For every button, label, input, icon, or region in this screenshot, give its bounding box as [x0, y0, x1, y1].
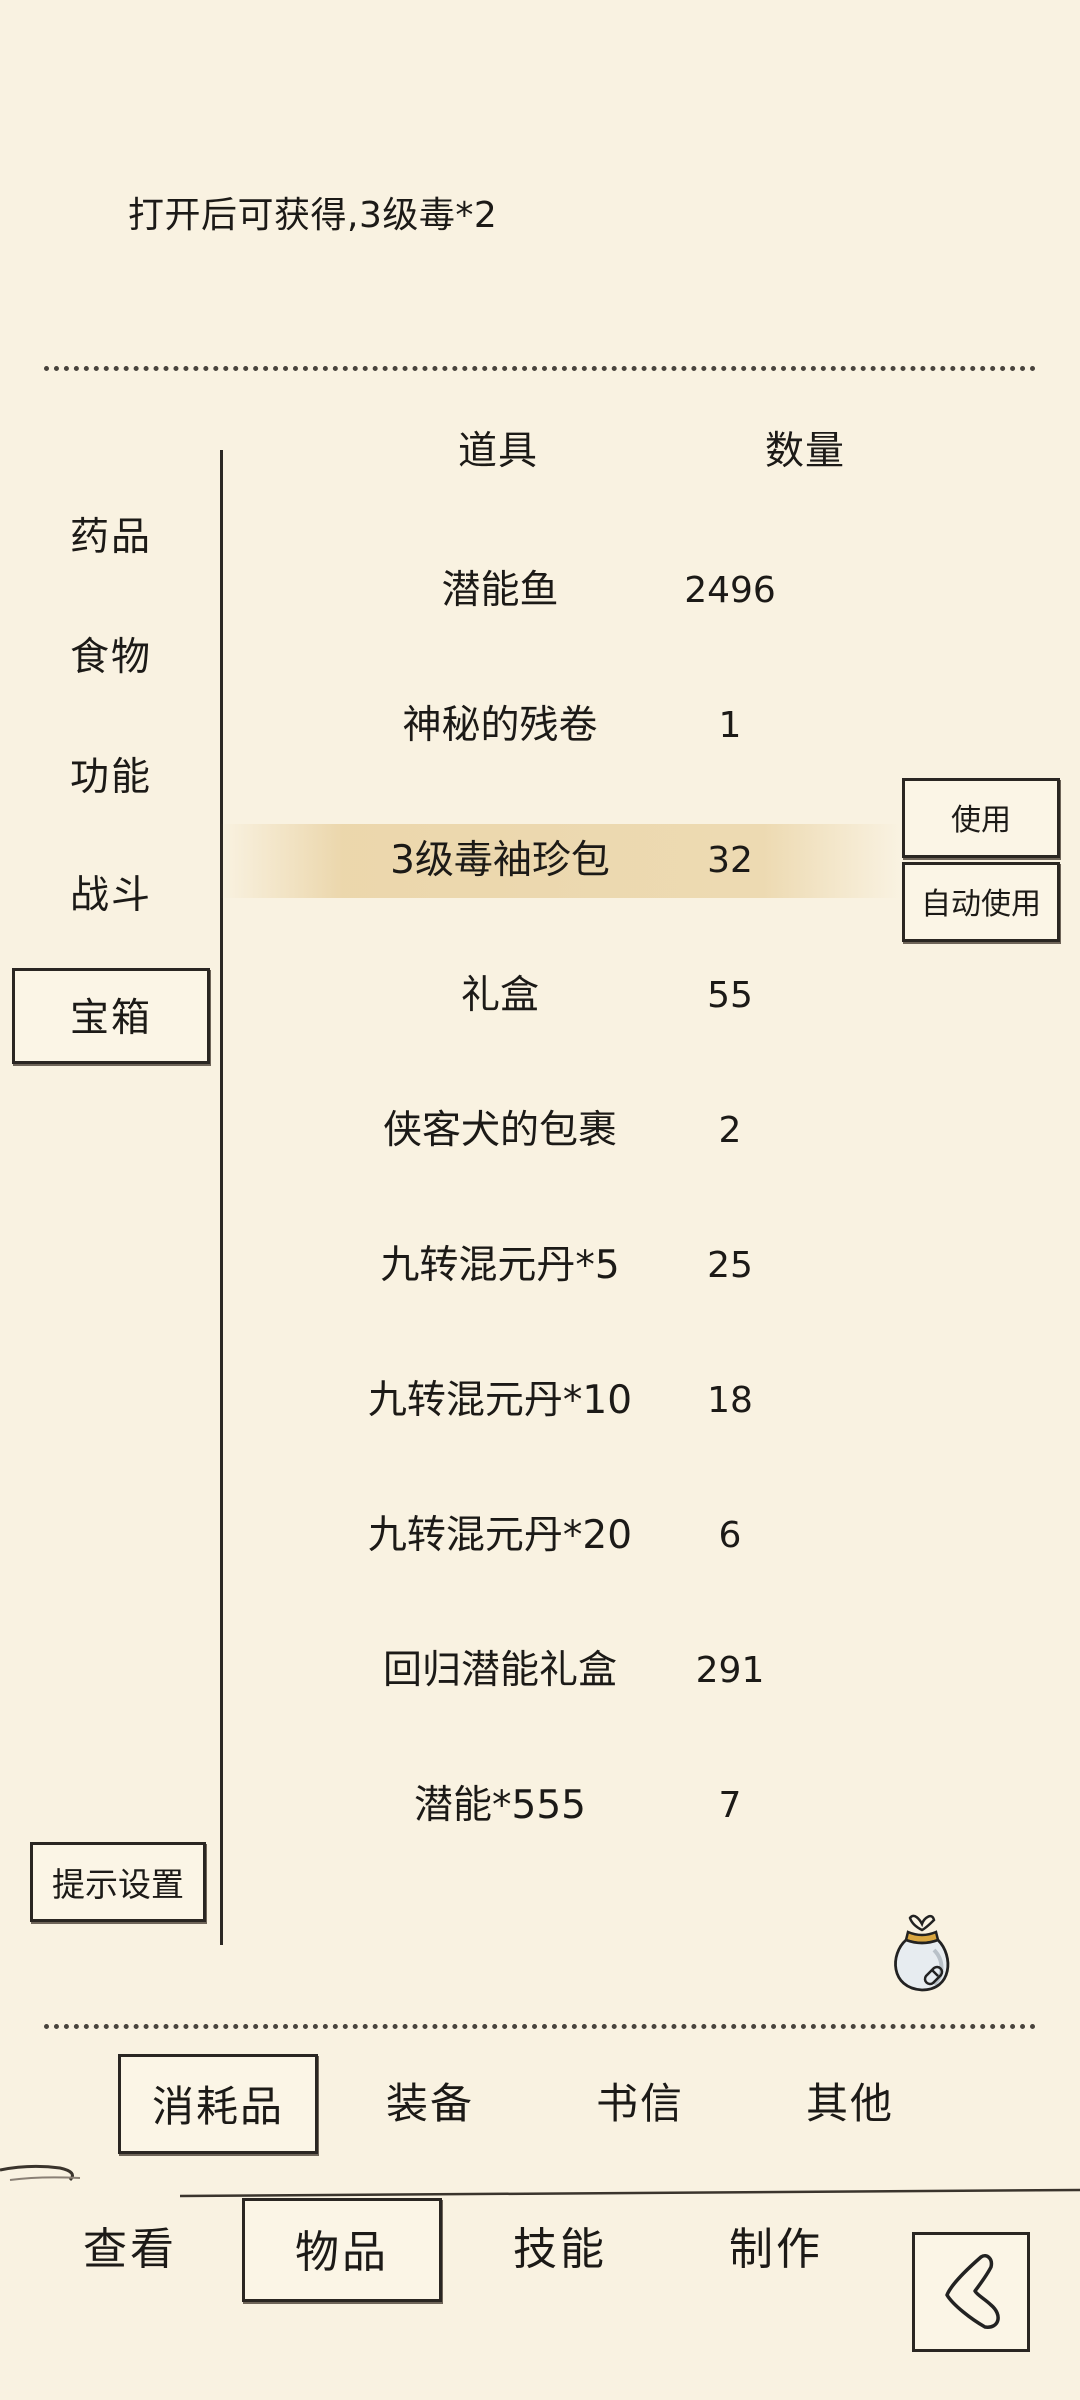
table-row[interactable]: 九转混元丹*20 6 — [230, 1471, 900, 1601]
nav-items[interactable]: 物品 — [242, 2198, 442, 2302]
nav-skills[interactable]: 技能 — [460, 2198, 660, 2302]
subtab-other[interactable]: 其他 — [750, 2054, 950, 2154]
item-qty: 2 — [718, 1110, 742, 1151]
category-label: 药品 — [69, 515, 152, 560]
table-row[interactable]: 神秘的残卷 1 — [230, 661, 900, 791]
nav-crafting[interactable]: 制作 — [676, 2198, 876, 2302]
item-qty: 291 — [695, 1650, 765, 1691]
category-medicine[interactable]: 药品 — [12, 490, 210, 586]
category-label: 功能 — [69, 755, 152, 800]
table-row[interactable]: 九转混元丹*10 18 — [230, 1336, 900, 1466]
table-row-selected[interactable]: 3级毒袖珍包 32 — [220, 796, 900, 926]
header-quantity: 数量 — [765, 429, 846, 474]
subtab-equipment[interactable]: 装备 — [330, 2054, 530, 2154]
use-button[interactable]: 使用 — [902, 778, 1060, 858]
item-qty: 32 — [707, 840, 753, 881]
table-row[interactable]: 侠客犬的包裹 2 — [230, 1066, 900, 1196]
category-divider — [220, 450, 223, 1945]
category-label: 食物 — [69, 635, 152, 680]
category-food[interactable]: 食物 — [12, 610, 210, 706]
item-description: 打开后可获得,3级毒*2 — [128, 195, 498, 236]
item-qty: 18 — [707, 1380, 753, 1421]
hint-settings-button[interactable]: 提示设置 — [30, 1842, 206, 1922]
back-icon — [945, 2254, 1000, 2329]
table-row[interactable]: 礼盒 55 — [230, 931, 900, 1061]
table-row[interactable]: 回归潜能礼盒 291 — [230, 1606, 900, 1736]
table-row[interactable]: 潜能*555 7 — [230, 1741, 900, 1871]
auto-use-button[interactable]: 自动使用 — [902, 862, 1060, 942]
item-qty: 55 — [707, 975, 753, 1016]
category-combat[interactable]: 战斗 — [12, 848, 210, 944]
header-item: 道具 — [458, 429, 539, 474]
category-treasure-chest[interactable]: 宝箱 — [12, 968, 210, 1064]
item-qty: 7 — [718, 1785, 742, 1826]
subtab-consumables[interactable]: 消耗品 — [118, 2054, 318, 2154]
item-qty: 2496 — [684, 570, 776, 611]
item-qty: 6 — [718, 1515, 742, 1556]
nav-view[interactable]: 查看 — [30, 2198, 230, 2302]
back-button[interactable] — [912, 2232, 1030, 2352]
category-label: 宝箱 — [69, 996, 152, 1041]
subtab-letters[interactable]: 书信 — [540, 2054, 740, 2154]
top-divider — [44, 366, 1036, 371]
item-qty: 1 — [718, 705, 742, 746]
item-qty: 25 — [707, 1245, 753, 1286]
brush-divider — [0, 2164, 1080, 2198]
table-row[interactable]: 九转混元丹*5 25 — [230, 1201, 900, 1331]
category-function[interactable]: 功能 — [12, 730, 210, 826]
bag-icon[interactable] — [886, 1910, 958, 1996]
category-label: 战斗 — [69, 873, 152, 918]
bottom-divider — [44, 2024, 1036, 2029]
table-row[interactable]: 潜能鱼 2496 — [230, 526, 900, 656]
